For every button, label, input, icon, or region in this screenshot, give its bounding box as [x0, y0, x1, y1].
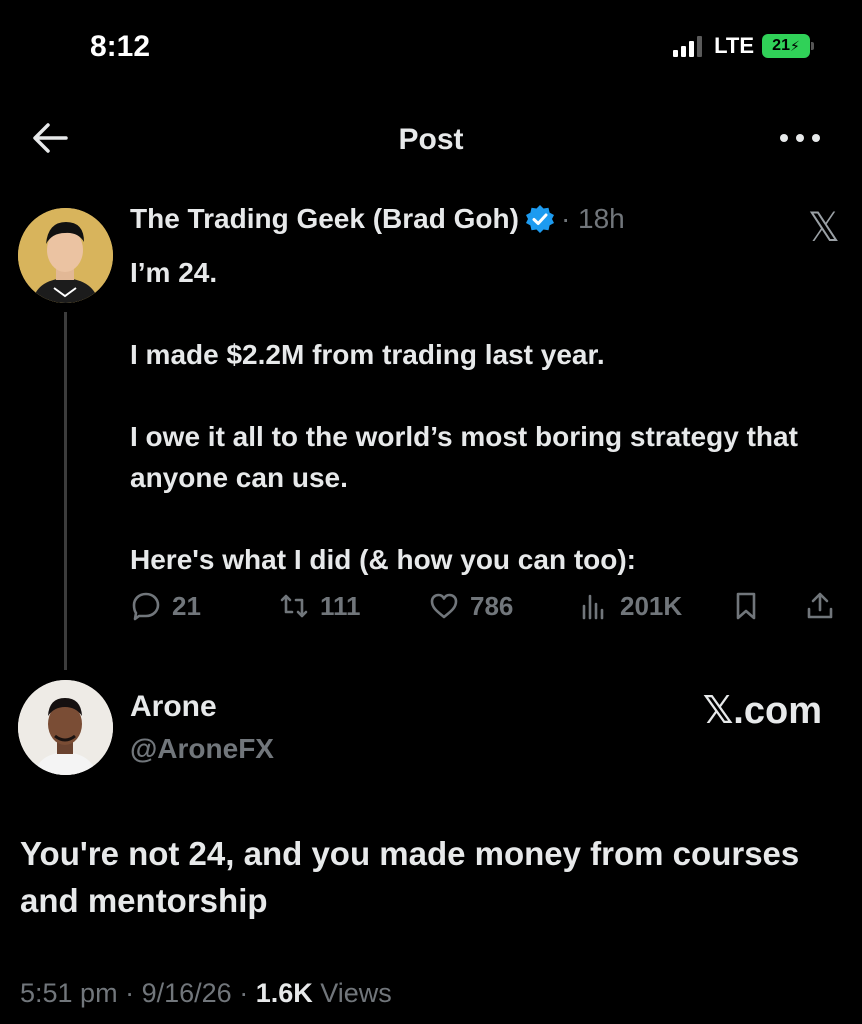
post-line: I made $2.2M from trading last year. [130, 339, 605, 370]
battery-icon: 21 ⚡ [762, 34, 814, 58]
views-count: 201K [620, 590, 683, 621]
author-avatar[interactable] [18, 208, 113, 303]
like-count: 786 [470, 590, 514, 621]
repost-count: 111 [320, 590, 361, 621]
meta-date: 9/16/26 [141, 978, 232, 1008]
page-title: Post [398, 123, 464, 156]
post-line: Here's what I did (& how you can too): [130, 544, 637, 575]
reply-text: You're not 24, and you made money from c… [20, 835, 800, 919]
like-button[interactable]: 786 [428, 590, 513, 622]
reply-author-avatar[interactable] [18, 680, 113, 775]
views-chart-icon [582, 594, 604, 620]
repost-button[interactable]: 111 [278, 590, 361, 622]
meta-views-count: 1.6K [255, 978, 313, 1008]
battery-level: 21 [772, 37, 790, 54]
more-options-button[interactable] [778, 126, 822, 150]
share-button[interactable] [804, 590, 836, 622]
views-button[interactable]: 201K [578, 590, 682, 622]
reply-author-handle[interactable]: @AroneFX [130, 733, 274, 765]
meta-time: 5:51 pm [20, 978, 118, 1008]
reply-author-name[interactable]: Arone [130, 690, 217, 724]
reply-count: 21 [172, 590, 201, 621]
reply-button[interactable]: 21 [130, 590, 201, 622]
post-time: · 18h [560, 203, 625, 234]
bookmark-button[interactable] [730, 590, 762, 622]
bookmark-icon [736, 592, 756, 620]
post-line: I’m 24. [130, 257, 218, 288]
thread-line [64, 312, 67, 670]
post-actions: 21 111 786 201K [130, 590, 842, 630]
post-author-line: The Trading Geek (Brad Goh) · 18h [130, 203, 625, 235]
post-author-name[interactable]: The Trading Geek (Brad Goh) [130, 203, 519, 235]
meta-views-label: Views [320, 978, 392, 1008]
post-line: I owe it all to the world’s most boring … [130, 421, 798, 493]
reply-icon [132, 592, 160, 621]
x-com-watermark: 𝕏.com [702, 690, 822, 732]
signal-icon [673, 35, 703, 57]
post-text: I’m 24. I made $2.2M from trading last y… [130, 252, 842, 580]
avatar-photo [18, 208, 113, 303]
avatar-photo [18, 680, 113, 775]
more-horizontal-icon [780, 134, 820, 142]
x-logo-icon: 𝕏 [807, 205, 840, 251]
network-type: LTE [714, 33, 754, 58]
repost-icon [280, 594, 308, 618]
heart-icon [430, 593, 458, 619]
verified-badge-icon [525, 205, 554, 233]
status-indicators: LTE 21 ⚡ [673, 33, 814, 59]
post-meta: 5:51 pm · 9/16/26 · 1.6K Views [20, 978, 392, 1008]
status-time: 8:12 [90, 30, 151, 63]
share-icon [807, 592, 833, 619]
